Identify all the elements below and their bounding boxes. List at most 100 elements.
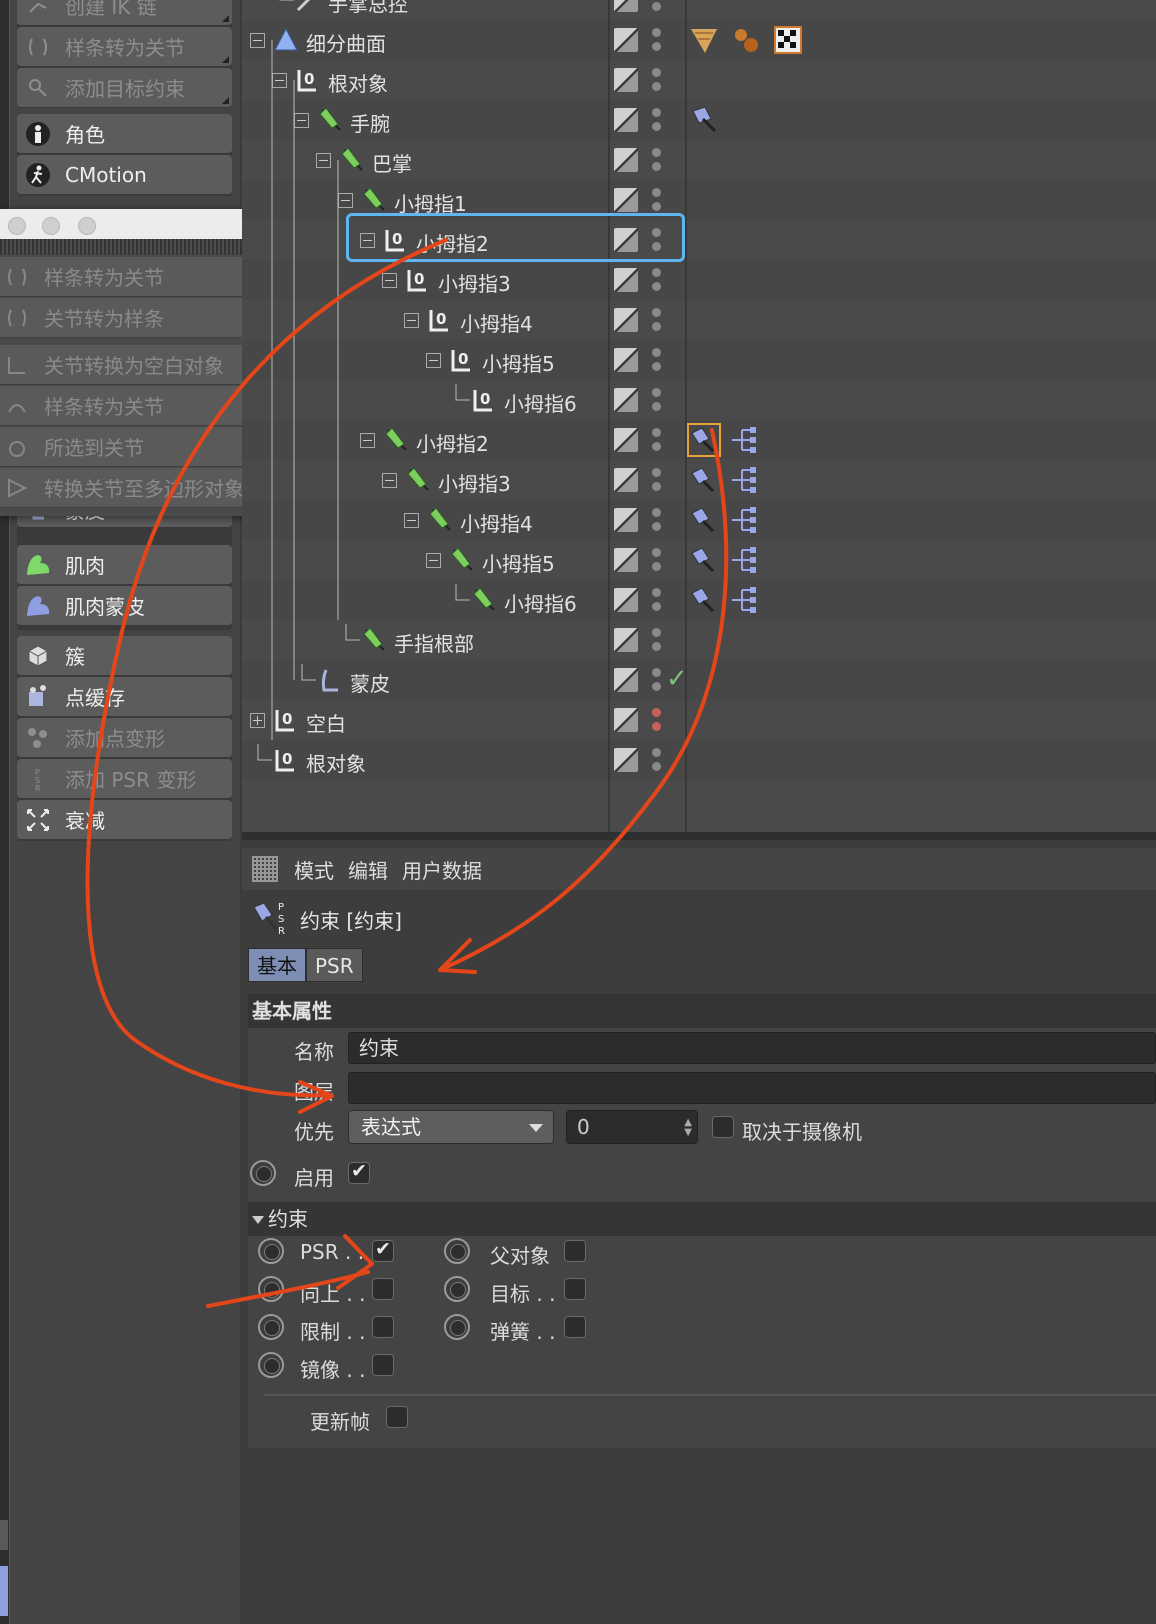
menu-item-add-target-constraint[interactable]: 添加目标约束 — [17, 68, 232, 108]
popup-drag-handle[interactable] — [0, 239, 280, 255]
popup-item-spline-to-joint-2[interactable]: 样条转为关节 — [0, 386, 278, 426]
menu-item-label: 添加点变形 — [65, 727, 165, 751]
hierarchy-tag-icon[interactable] — [728, 584, 760, 616]
update-frame-checkbox[interactable] — [386, 1406, 408, 1428]
popup-item-joint-to-polygon[interactable]: 转换关节至多边形对象 — [0, 468, 278, 508]
mirror-radio[interactable] — [258, 1352, 284, 1378]
visibility-dots-icon[interactable] — [652, 106, 662, 134]
constraint-tag-icon[interactable] — [687, 423, 721, 457]
menu-item-muscle[interactable]: 肌肉 — [17, 545, 232, 585]
menu-item-cluster[interactable]: 簇 — [17, 636, 232, 676]
collapse-triangle-icon[interactable] — [252, 1216, 264, 1224]
visibility-dots-icon[interactable] — [652, 266, 662, 294]
spring-checkbox[interactable] — [564, 1316, 586, 1338]
menu-item-cmotion[interactable]: CMotion — [17, 155, 232, 195]
menu-item-create-ik-chain[interactable]: 创建 IK 链 — [17, 0, 232, 26]
visibility-dots-icon[interactable] — [652, 506, 662, 534]
aim-checkbox[interactable] — [564, 1278, 586, 1300]
visibility-dots-icon[interactable] — [652, 346, 662, 374]
zoom-window-button[interactable] — [78, 217, 96, 235]
close-window-button[interactable] — [8, 217, 26, 235]
popup-item-spline-to-joint[interactable]: 样条转为关节 — [0, 257, 278, 297]
menu-item-label: 衰减 — [65, 809, 105, 833]
visibility-dots-icon[interactable] — [652, 626, 662, 654]
constraint-tag-icon[interactable] — [688, 544, 720, 576]
menu-item-add-psr-morph[interactable]: PSR 添加 PSR 变形 — [17, 759, 232, 799]
minimize-window-button[interactable] — [42, 217, 60, 235]
camera-dependent-checkbox[interactable] — [712, 1116, 734, 1138]
hierarchy-tag-icon[interactable] — [728, 504, 760, 536]
visibility-dots-icon[interactable] — [652, 66, 662, 94]
up-checkbox[interactable] — [372, 1278, 394, 1300]
texture-tag-icon[interactable] — [688, 24, 720, 56]
clamp-checkbox[interactable] — [372, 1316, 394, 1338]
menu-item-muscle-skin[interactable]: 肌肉蒙皮 — [17, 586, 232, 626]
visibility-dots-icon[interactable] — [652, 746, 662, 774]
tab-psr[interactable]: PSR — [306, 948, 363, 982]
tab-basic[interactable]: 基本 — [248, 948, 306, 982]
menu-user-data[interactable]: 用户数据 — [402, 855, 482, 884]
visibility-dots-icon[interactable] — [652, 0, 662, 14]
visibility-dots-icon[interactable] — [652, 546, 662, 574]
hierarchy-tag-icon[interactable] — [728, 464, 760, 496]
ik-tag-icon[interactable] — [688, 104, 720, 136]
scroll-handle[interactable] — [0, 1520, 8, 1550]
checker-tag-icon[interactable] — [772, 24, 804, 56]
visibility-dots-icon[interactable] — [652, 706, 662, 734]
popup-item-selection-to-joint[interactable]: 所选到关节 — [0, 427, 278, 467]
spring-radio[interactable] — [444, 1314, 470, 1340]
hierarchy-tag-icon[interactable] — [728, 424, 760, 456]
menu-item-add-point-morph[interactable]: 添加点变形 — [17, 718, 232, 758]
enable-checkbox[interactable] — [348, 1160, 370, 1184]
constraint-tag-icon[interactable] — [688, 584, 720, 616]
mirror-checkbox[interactable] — [372, 1354, 394, 1376]
menu-item-falloff[interactable]: 衰减 — [17, 800, 232, 840]
name-field[interactable]: 约束 — [348, 1032, 1156, 1064]
selection-to-joint-icon — [2, 432, 32, 462]
material-tag-icon[interactable] — [730, 24, 762, 56]
visibility-dots-icon[interactable] — [652, 26, 662, 54]
enable-keyframe-radio[interactable] — [250, 1160, 276, 1186]
menu-group-character: 角色 CMotion — [17, 114, 232, 196]
popup-titlebar[interactable] — [0, 209, 280, 239]
hierarchy-tag-icon[interactable] — [728, 544, 760, 576]
visibility-dots-icon[interactable] — [652, 146, 662, 174]
panel-splitter[interactable] — [242, 832, 1156, 840]
visibility-dots-icon[interactable] — [652, 426, 662, 454]
constraint-tag-icon[interactable] — [688, 504, 720, 536]
visibility-dots-icon[interactable] — [652, 466, 662, 494]
visibility-dots-icon[interactable] — [652, 186, 662, 214]
menu-group-skin: 蒙皮 肌肉 肌肉蒙皮 — [17, 492, 232, 630]
priority-mode-select[interactable]: 表达式 — [348, 1110, 554, 1144]
popup-item-joint-to-spline[interactable]: 关节转为样条 — [0, 298, 278, 338]
visibility-dots-icon[interactable] — [652, 586, 662, 614]
menu-item-point-cache[interactable]: 点缓存 — [17, 677, 232, 717]
layer-field[interactable] — [348, 1072, 1156, 1104]
section-constraint[interactable]: 约束 — [248, 1202, 1156, 1236]
clamp-radio[interactable] — [258, 1314, 284, 1340]
visibility-dots-icon[interactable] — [652, 386, 662, 414]
popup-item-joint-to-null[interactable]: 关节转换为空白对象 — [0, 345, 278, 385]
menu-item-label: CMotion — [65, 162, 147, 187]
grid-icon[interactable] — [252, 856, 278, 882]
menu-edit[interactable]: 编辑 — [348, 855, 388, 884]
aim-radio[interactable] — [444, 1276, 470, 1302]
parent-radio[interactable] — [444, 1238, 470, 1264]
camera-dependent-label: 取决于摄像机 — [742, 1120, 862, 1144]
up-radio[interactable] — [258, 1276, 284, 1302]
psr-checkbox[interactable] — [372, 1238, 394, 1262]
menu-item-character[interactable]: 角色 — [17, 114, 232, 154]
stepper-arrows-icon[interactable]: ▲ ▼ — [684, 1118, 692, 1138]
constraint-tag-icon[interactable] — [688, 464, 720, 496]
psr-radio[interactable] — [258, 1238, 284, 1264]
priority-value-stepper[interactable]: 0 ▲ ▼ — [566, 1110, 698, 1144]
svg-text:P: P — [278, 902, 284, 913]
parent-checkbox[interactable] — [564, 1240, 586, 1262]
visibility-dots-icon[interactable] — [652, 306, 662, 334]
section-constraint-label: 约束 — [268, 1207, 308, 1231]
object-title-row: PSR 约束 [约束] — [242, 895, 1156, 943]
menu-item-spline-to-joint[interactable]: 样条转为关节 — [17, 27, 232, 67]
menu-mode[interactable]: 模式 — [294, 855, 334, 884]
joint-to-null-icon — [2, 350, 32, 380]
visibility-dots-icon[interactable] — [652, 666, 662, 694]
